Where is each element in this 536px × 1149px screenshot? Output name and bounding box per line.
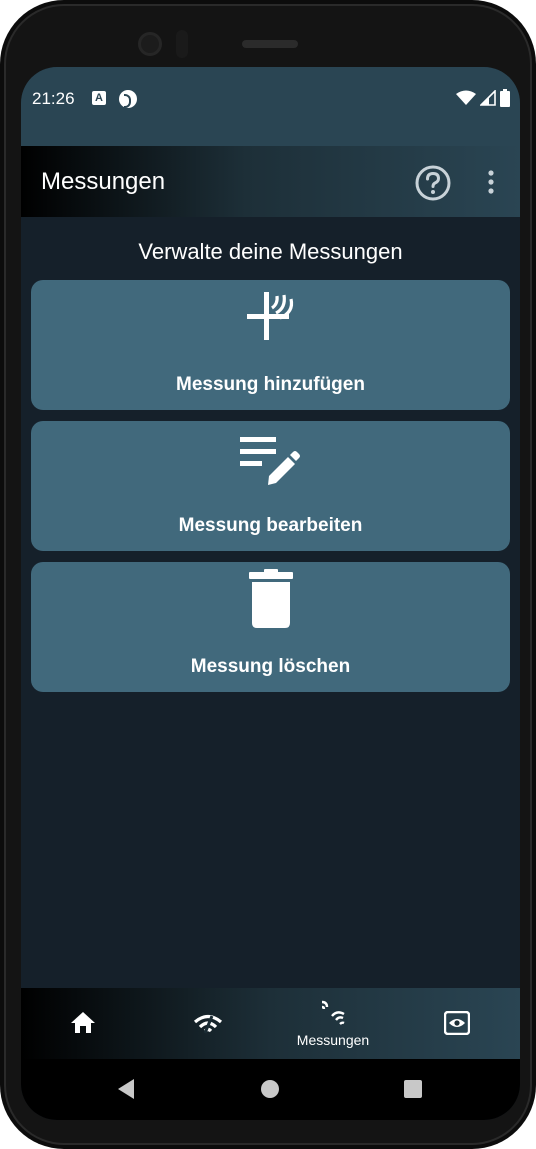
nav-item-view[interactable] (395, 988, 519, 1059)
trash-icon (249, 569, 293, 628)
nav-item-home[interactable] (21, 988, 145, 1059)
screen: 21:26 A Messungen Verwalte deine Messung… (21, 67, 520, 1120)
app-bar: Messungen (21, 146, 520, 217)
add-measurement-icon (247, 292, 294, 340)
recents-icon[interactable] (404, 1080, 422, 1098)
battery-icon (500, 89, 510, 107)
status-bar: 21:26 A (21, 67, 520, 146)
page-title: Messungen (41, 168, 166, 195)
status-right-icons (456, 89, 510, 107)
home-icon (71, 1012, 95, 1033)
phone-frame: 21:26 A Messungen Verwalte deine Messung… (0, 0, 536, 1149)
wifi-icon (456, 90, 476, 105)
front-camera (138, 32, 162, 56)
help-circle-icon[interactable] (414, 164, 452, 202)
delete-measurement-label: Messung löschen (190, 656, 351, 677)
status-time: 21:26 (32, 89, 75, 108)
nav-item-wifi[interactable] (146, 988, 270, 1059)
add-measurement-label: Messung hinzufügen (176, 374, 365, 395)
nav-label-messungen: Messungen (296, 1032, 370, 1048)
earpiece-speaker (242, 40, 298, 48)
eye-view-icon (444, 1011, 470, 1035)
bottom-nav: Messungen (21, 988, 520, 1059)
section-heading: Verwalte deine Messungen (138, 239, 403, 264)
cell-signal-icon (480, 90, 496, 106)
signal-waves-icon (321, 1000, 345, 1025)
add-measurement-button[interactable]: Messung hinzufügen (31, 280, 510, 410)
edit-measurement-label: Messung bearbeiten (178, 515, 363, 536)
main-content: Verwalte deine Messungen Messung hinzufü… (21, 217, 520, 988)
edit-list-icon (240, 437, 300, 485)
wifi-signal-icon (193, 1014, 223, 1034)
delete-measurement-button[interactable]: Messung löschen (31, 562, 510, 692)
proximity-sensor (176, 30, 188, 58)
back-icon[interactable] (117, 1078, 135, 1100)
home-circle-icon[interactable] (261, 1080, 279, 1098)
system-nav-bar (21, 1059, 520, 1120)
more-vert-icon[interactable] (481, 166, 501, 200)
font-a-icon: A (92, 91, 106, 105)
nav-item-messungen[interactable]: Messungen (271, 988, 395, 1059)
data-saver-icon (119, 90, 137, 108)
edit-measurement-button[interactable]: Messung bearbeiten (31, 421, 510, 551)
